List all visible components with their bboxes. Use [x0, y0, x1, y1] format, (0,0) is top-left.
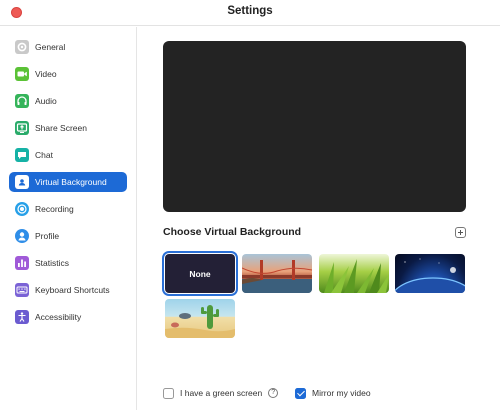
sidebar-item-accessibility[interactable]: Accessibility [9, 307, 127, 327]
sidebar-item-keyboard-shortcuts[interactable]: Keyboard Shortcuts [9, 280, 127, 300]
sidebar-item-label: Statistics [35, 258, 70, 268]
help-icon[interactable]: ? [268, 388, 279, 398]
sidebar-item-label: Chat [35, 150, 53, 160]
sidebar-item-chat[interactable]: Chat [9, 145, 127, 165]
mirror-video-label: Mirror my video [312, 388, 371, 398]
sidebar-item-statistics[interactable]: Statistics [9, 253, 127, 273]
mirror-video-option[interactable]: Mirror my video [295, 386, 371, 400]
background-option-none[interactable]: None [162, 251, 238, 296]
gear-icon [15, 40, 29, 54]
video-preview [163, 41, 466, 212]
background-option-label: None [189, 268, 211, 279]
earth-image [395, 258, 465, 293]
sidebar-item-label: Accessibility [35, 312, 82, 322]
settings-sidebar: General Video Audio Share Screen Chat Vi… [0, 27, 137, 410]
video-camera-icon [15, 67, 29, 81]
add-background-button[interactable] [455, 227, 466, 238]
accessibility-icon [15, 310, 29, 324]
bar-chart-icon [15, 256, 29, 270]
window-title: Settings [227, 5, 273, 17]
background-option-earth-from-space[interactable] [395, 254, 465, 293]
grass-image [324, 259, 389, 293]
sidebar-item-general[interactable]: General [9, 37, 127, 57]
sidebar-item-label: Keyboard Shortcuts [35, 285, 110, 295]
sidebar-item-label: Video [35, 69, 57, 79]
sidebar-item-label: Virtual Background [35, 177, 107, 187]
keyboard-icon [15, 283, 29, 297]
section-title: Choose Virtual Background [163, 226, 302, 238]
sidebar-item-audio[interactable]: Audio [9, 91, 127, 111]
background-option-grass[interactable] [319, 254, 389, 293]
sidebar-item-recording[interactable]: Recording [9, 199, 127, 219]
sidebar-item-profile[interactable]: Profile [9, 226, 127, 246]
sidebar-item-label: Share Screen [35, 123, 87, 133]
sidebar-item-virtual-background[interactable]: Virtual Background [9, 172, 127, 192]
sidebar-item-video[interactable]: Video [9, 64, 127, 84]
person-icon [15, 229, 29, 243]
sidebar-item-label: Recording [35, 204, 74, 214]
green-screen-label: I have a green screen [180, 388, 263, 398]
sidebar-item-label: General [35, 42, 66, 52]
mirror-video-checkbox[interactable] [295, 387, 306, 399]
green-screen-checkbox[interactable] [163, 387, 174, 399]
title-bar: Settings [0, 0, 500, 26]
chat-bubble-icon [15, 148, 29, 162]
green-screen-option[interactable]: I have a green screen ? [163, 386, 279, 400]
person-portrait-icon [15, 175, 29, 189]
share-screen-icon [15, 121, 29, 135]
desert-image [165, 305, 235, 338]
sidebar-item-label: Profile [35, 231, 60, 241]
sidebar-item-share-screen[interactable]: Share Screen [9, 118, 127, 138]
sidebar-item-label: Audio [35, 96, 57, 106]
headphones-icon [15, 94, 29, 108]
background-option-desert-cartoon[interactable] [165, 299, 235, 338]
settings-window: Settings General Video Audio Share Scree… [0, 0, 500, 410]
bridge-image [242, 260, 312, 293]
background-option-golden-gate-bridge[interactable] [242, 254, 312, 293]
record-icon [15, 202, 29, 216]
